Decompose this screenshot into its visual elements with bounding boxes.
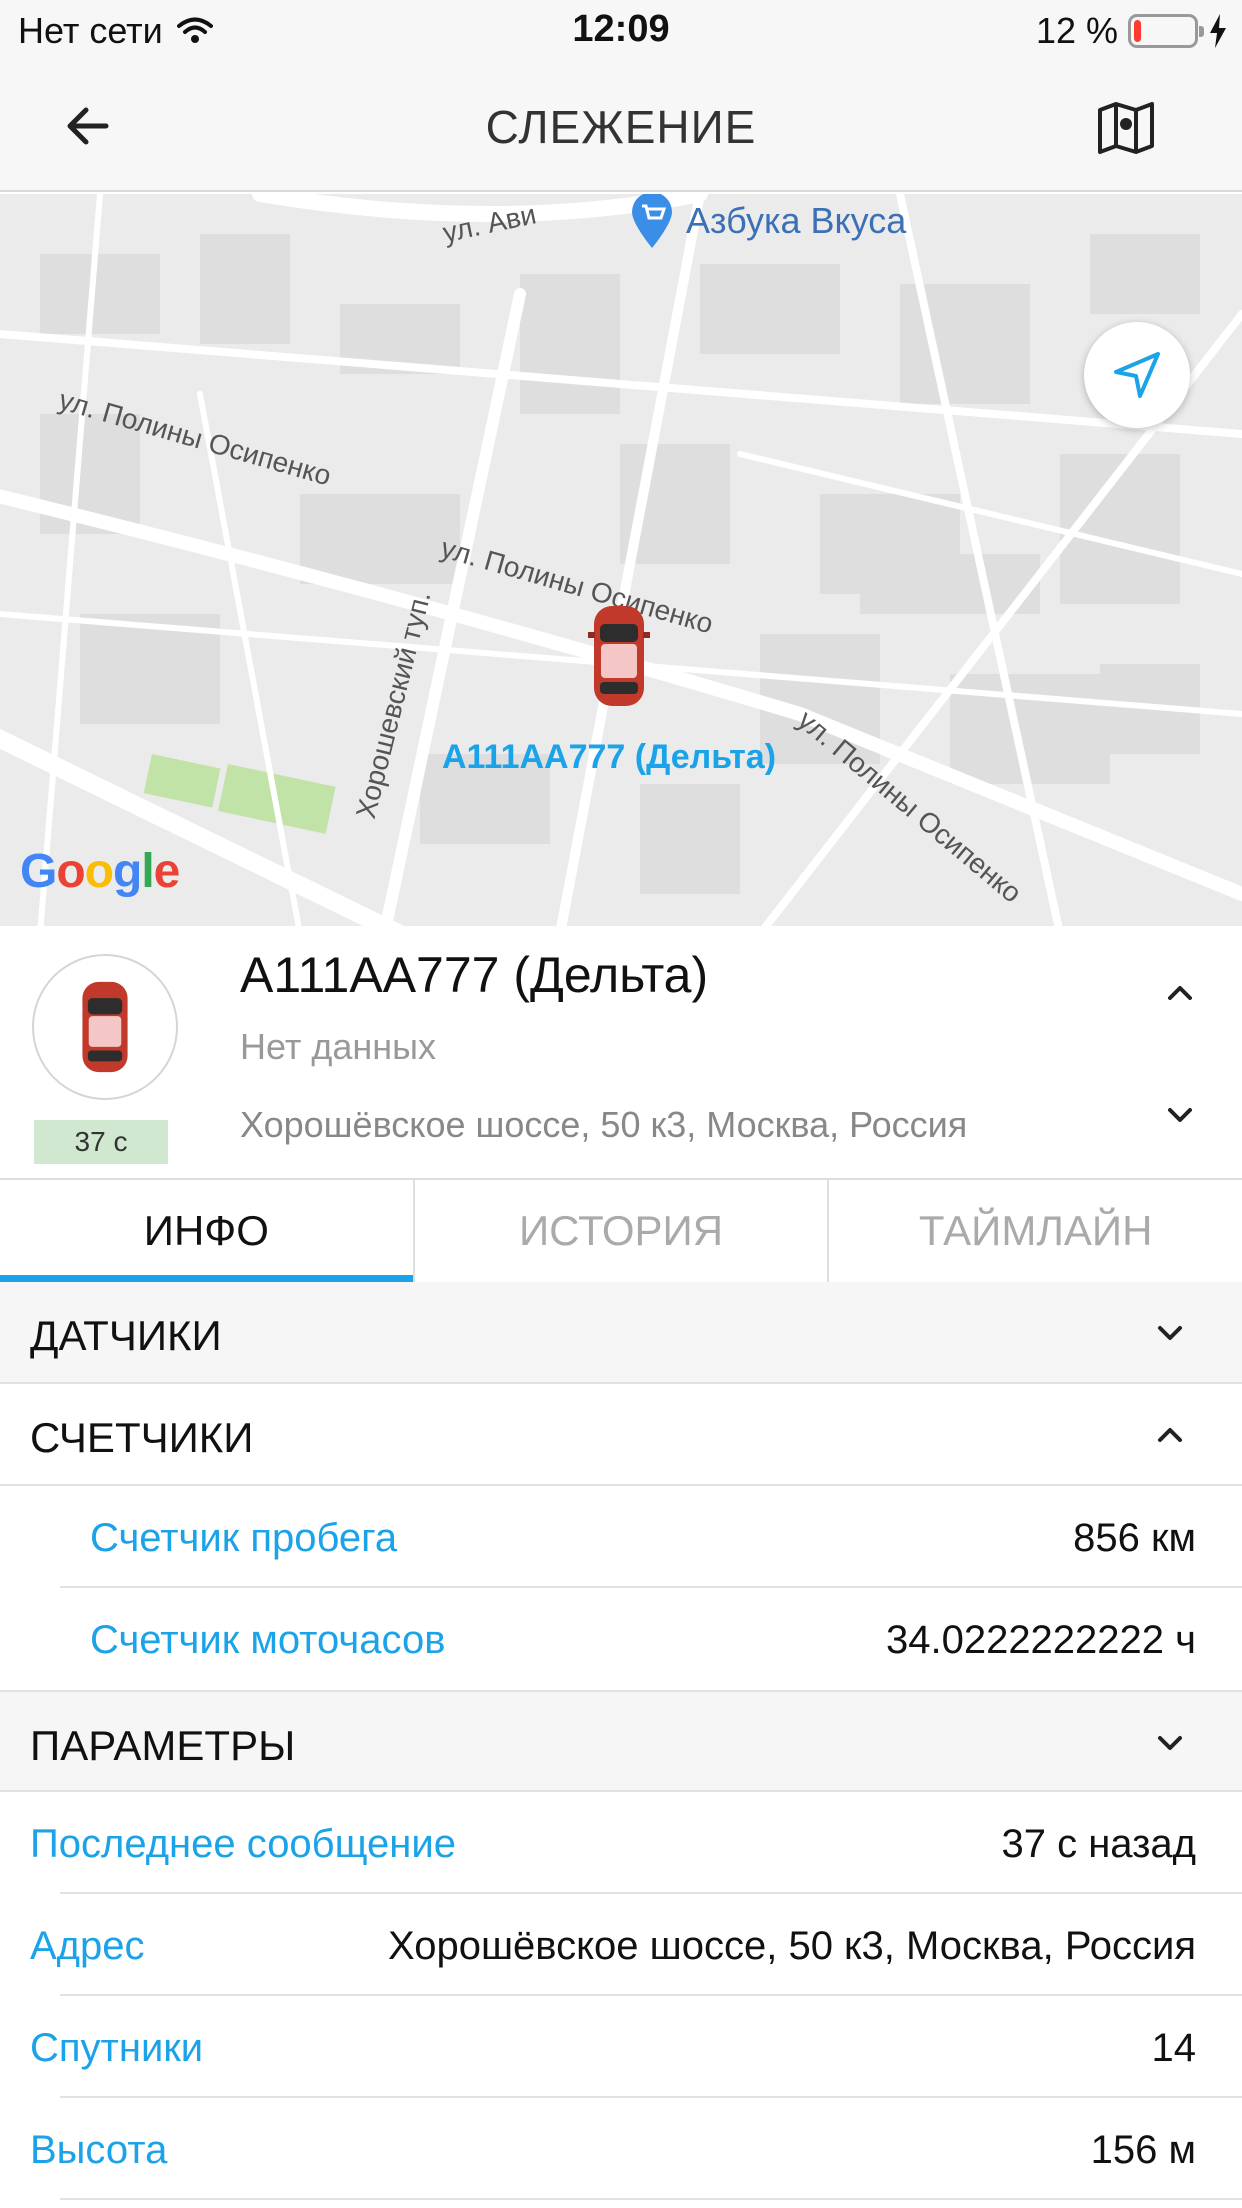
last-update-badge: 37 с	[34, 1120, 168, 1164]
map-view-button[interactable]	[1096, 98, 1156, 158]
unit-status: Нет данных	[240, 1026, 436, 1067]
row-value: 14	[1151, 2026, 1197, 2070]
section-title: ДАТЧИКИ	[30, 1312, 222, 1359]
unit-name: А111АА777 (Дельта)	[240, 947, 709, 1003]
battery-percent: 12 %	[1035, 10, 1118, 51]
row-label: Счетчик пробега	[90, 1516, 398, 1560]
google-logo: Google	[20, 845, 180, 898]
chevron-down-icon	[1158, 1736, 1182, 1750]
tab-timeline[interactable]: ТАЙМЛАЙН	[829, 1180, 1242, 1282]
map-icon	[1098, 102, 1154, 154]
row-label: Высота	[30, 2128, 168, 2172]
vehicle-marker[interactable]	[588, 602, 650, 715]
navigation-bar: СЛЕЖЕНИЕ	[0, 62, 1242, 192]
unit-avatar	[32, 954, 178, 1100]
row-value: 34.0222222222 ч	[885, 1618, 1196, 1662]
unit-summary: 37 с А111АА777 (Дельта) Нет данных Хорош…	[0, 926, 1242, 1178]
chevron-up-icon	[1158, 1428, 1182, 1442]
status-bar: Нет сети 12:09 12 %	[0, 0, 1242, 62]
row-label: Адрес	[30, 1924, 145, 1968]
battery-level	[1134, 20, 1141, 42]
shopping-cart-pin-icon	[632, 194, 672, 248]
charging-bolt-icon	[1210, 14, 1226, 48]
section-parameters[interactable]: ПАРАМЕТРЫ	[0, 1690, 1242, 1792]
row-value: 156 м	[1090, 2128, 1196, 2172]
chevron-up-icon[interactable]	[1160, 980, 1200, 1006]
row-label: Счетчик моточасов	[90, 1618, 446, 1662]
row-value: 856 км	[1073, 1516, 1196, 1560]
param-row-last-message[interactable]: Последнее сообщение 37 с назад	[0, 1792, 1242, 1894]
row-value: 37 с назад	[1001, 1822, 1196, 1866]
vehicle-marker-label: А111АА777 (Дельта)	[441, 738, 777, 776]
row-value: Хорошёвское шоссе, 50 к3, Москва, Россия	[387, 1924, 1196, 1968]
battery-icon	[1128, 14, 1204, 48]
page-title: СЛЕЖЕНИЕ	[485, 101, 757, 153]
row-divider	[60, 2198, 1242, 2200]
param-row-altitude[interactable]: Высота 156 м	[0, 2098, 1242, 2200]
map-background	[0, 194, 1242, 926]
chevron-down-icon	[1158, 1326, 1182, 1340]
tab-bar: ИНФО ИСТОРИЯ ТАЙМЛАЙН	[0, 1178, 1242, 1282]
row-label: Последнее сообщение	[30, 1822, 456, 1866]
section-sensors[interactable]: ДАТЧИКИ	[0, 1282, 1242, 1384]
chevron-down-icon[interactable]	[1160, 1102, 1200, 1128]
row-label: Спутники	[30, 2026, 204, 2070]
param-row-address[interactable]: Адрес Хорошёвское шоссе, 50 к3, Москва, …	[0, 1894, 1242, 1996]
status-bar-right: 12 %	[1036, 10, 1228, 52]
car-icon	[588, 606, 650, 706]
tab-history[interactable]: ИСТОРИЯ	[414, 1180, 830, 1282]
section-title: СЧЕТЧИКИ	[30, 1414, 254, 1461]
poi-label: Азбука Вкуса	[686, 200, 907, 241]
car-icon	[82, 981, 128, 1073]
my-location-button[interactable]	[1084, 322, 1190, 428]
map-view[interactable]: Азбука Вкуса ул. Ави ул. Полины Осипенко…	[0, 194, 1242, 926]
unit-address: Хорошёвское шоссе, 50 к3, Москва, Россия	[240, 1104, 968, 1145]
navigation-arrow-icon	[1114, 352, 1160, 398]
counter-row-mileage[interactable]: Счетчик пробега 856 км	[0, 1486, 1242, 1588]
tab-info[interactable]: ИНФО	[0, 1180, 415, 1282]
section-counters[interactable]: СЧЕТЧИКИ	[0, 1384, 1242, 1486]
section-title: ПАРАМЕТРЫ	[30, 1722, 296, 1769]
counter-row-engine-hours[interactable]: Счетчик моточасов 34.0222222222 ч	[0, 1588, 1242, 1690]
poi-marker[interactable]: Азбука Вкуса	[630, 194, 906, 248]
param-row-satellites[interactable]: Спутники 14	[0, 1996, 1242, 2098]
